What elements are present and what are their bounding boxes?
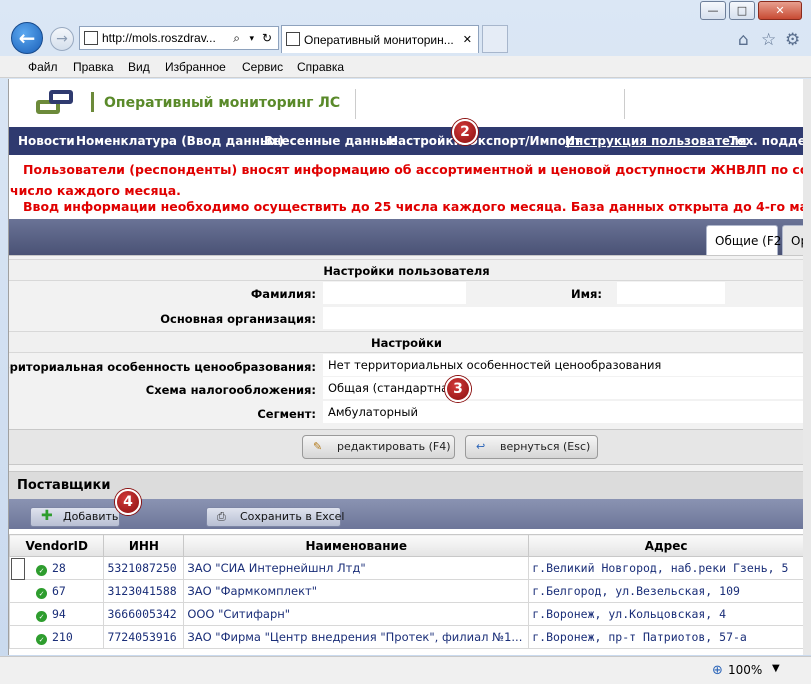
- column-header[interactable]: ИНН: [103, 534, 185, 557]
- minimize-icon[interactable]: —: [700, 1, 726, 20]
- tab-close-icon[interactable]: ✕: [463, 26, 472, 53]
- table-row[interactable]: ✓ 28 5321087250 ЗАО "СИА Интернейшнл Лтд"…: [9, 556, 803, 580]
- zoom-icon: ⊕: [712, 663, 723, 678]
- search-icon[interactable]: ⌕: [231, 27, 240, 49]
- territory-value: Нет территориальных особенностей ценообр…: [323, 354, 803, 376]
- tax-label: Схема налогообложения:: [145, 383, 316, 397]
- tax-value: Общая (стандартная): [323, 377, 803, 399]
- territory-label: Территориальная особенность ценообразова…: [8, 360, 316, 374]
- segment-label: Сегмент:: [257, 407, 316, 421]
- app-title: Оперативный мониторинг ЛС: [104, 95, 341, 111]
- row-selector[interactable]: [11, 558, 25, 580]
- forward-icon[interactable]: →: [50, 27, 74, 51]
- plus-icon: ✚: [41, 508, 53, 524]
- browser-tab-active[interactable]: Оперативный мониторин... ✕: [281, 25, 479, 53]
- home-icon[interactable]: ⌂: [738, 30, 749, 50]
- name-label: Имя:: [570, 287, 602, 301]
- menu-view[interactable]: Вид: [128, 60, 150, 74]
- refresh-icon[interactable]: ↻: [262, 27, 272, 49]
- column-header[interactable]: Наименование: [183, 534, 530, 557]
- nav-support[interactable]: Тех. поддержка: [729, 134, 803, 148]
- tab-general[interactable]: Общие (F2): [706, 225, 786, 255]
- page-content: Оперативный мониторинг ЛС Новости Номенк…: [8, 79, 803, 655]
- column-header[interactable]: Адрес: [528, 534, 803, 557]
- logo-icon-part: [49, 90, 73, 104]
- menu-favorites[interactable]: Избранное: [165, 60, 226, 74]
- column-header[interactable]: VendorID: [9, 534, 105, 557]
- header-divider: [355, 89, 356, 119]
- favorites-star-icon[interactable]: ☆: [761, 30, 776, 50]
- annotation-badge: 3: [445, 376, 471, 402]
- pencil-icon: ✎: [313, 440, 323, 453]
- notice-line: число каждого месяца.: [10, 183, 181, 198]
- zoom-level[interactable]: 100%: [728, 663, 762, 677]
- nav-entered-data[interactable]: Внесенные данные: [264, 134, 398, 148]
- close-icon[interactable]: ✕: [758, 1, 802, 20]
- name-value: [617, 282, 725, 304]
- page-scrollbar[interactable]: [803, 79, 811, 655]
- notice-line: Ввод информации необходимо осуществить д…: [23, 199, 803, 214]
- table-row[interactable]: ✓ 94 3666005342 ООО "Ситифарн" г.Воронеж,…: [9, 602, 803, 626]
- surname-value: [323, 282, 466, 304]
- address-bar[interactable]: http://mols.roszdrav... ⌕ ▾ ↻: [79, 26, 279, 50]
- page-favicon-icon: [84, 31, 98, 45]
- annotation-badge: 2: [452, 119, 478, 145]
- table-row[interactable]: ✓ 67 3123041588 ЗАО "Фармкомплект" г.Белг…: [9, 579, 803, 603]
- notice-line: Пользователи (респонденты) вносят информ…: [23, 162, 803, 177]
- save-excel-button[interactable]: ⎙ Сохранить в Excel: [206, 507, 345, 527]
- header-divider: [624, 89, 625, 119]
- table-row[interactable]: ✓ 210 7724053916 ЗАО "Фирма "Центр внедре…: [9, 625, 803, 649]
- title-divider: [91, 92, 94, 112]
- annotation-badge: 4: [115, 489, 141, 515]
- section-header: Настройки пользователя: [9, 259, 803, 281]
- dropdown-icon[interactable]: ▾: [249, 27, 254, 49]
- tools-gear-icon[interactable]: ⚙: [785, 30, 800, 50]
- menu-bar: Файл Правка Вид Избранное Сервис Справка: [0, 56, 811, 78]
- back-icon[interactable]: ←: [11, 22, 43, 54]
- suppliers-table: VendorID ИНН Наименование Адрес ✓ 28 5321…: [9, 534, 803, 649]
- maximize-icon[interactable]: □: [729, 1, 755, 20]
- tab-org[interactable]: Ор: [782, 225, 803, 255]
- action-bar: ✎ редактировать (F4) ↩ вернуться (Esc): [9, 429, 803, 465]
- new-tab-button[interactable]: [482, 25, 508, 53]
- back-button[interactable]: ↩ вернуться (Esc): [465, 435, 598, 459]
- main-nav: Новости Номенклатура (Ввод данных) Внесе…: [9, 127, 803, 155]
- check-icon: ✓: [36, 633, 47, 645]
- check-icon: ✓: [36, 587, 47, 599]
- tab-strip: [9, 219, 803, 255]
- check-icon: ✓: [36, 564, 47, 576]
- edit-button[interactable]: ✎ редактировать (F4): [302, 435, 455, 459]
- settings-panel: Настройки пользователя Фамилия: Имя: Осн…: [9, 255, 803, 507]
- add-supplier-button[interactable]: ✚ Добавить: [30, 507, 120, 527]
- status-bar: ⊕ 100% ▼: [0, 656, 811, 684]
- printer-icon: ⎙: [217, 510, 226, 523]
- nav-settings[interactable]: Настройки: [388, 134, 462, 148]
- tab-favicon-icon: [286, 32, 300, 46]
- table-header-row: VendorID ИНН Наименование Адрес: [9, 534, 803, 557]
- menu-edit[interactable]: Правка: [73, 60, 114, 74]
- org-value: [323, 307, 803, 329]
- section-header: Настройки: [9, 331, 803, 353]
- menu-file[interactable]: Файл: [28, 60, 58, 74]
- menu-help[interactable]: Справка: [297, 60, 344, 74]
- org-label: Основная организация:: [160, 312, 316, 326]
- nav-nomenclature[interactable]: Номенклатура (Ввод данных): [76, 134, 284, 148]
- segment-value: Амбулаторный: [323, 401, 803, 423]
- surname-label: Фамилия:: [250, 287, 316, 301]
- browser-window: — □ ✕ ← → http://mols.roszdrav... ⌕ ▾ ↻ …: [0, 0, 811, 684]
- menu-tools[interactable]: Сервис: [242, 60, 283, 74]
- nav-news[interactable]: Новости: [18, 134, 75, 148]
- nav-user-guide[interactable]: Инструкция пользователя: [565, 134, 747, 148]
- return-arrow-icon: ↩: [476, 440, 486, 453]
- zoom-dropdown-icon[interactable]: ▼: [772, 663, 780, 674]
- check-icon: ✓: [36, 610, 47, 622]
